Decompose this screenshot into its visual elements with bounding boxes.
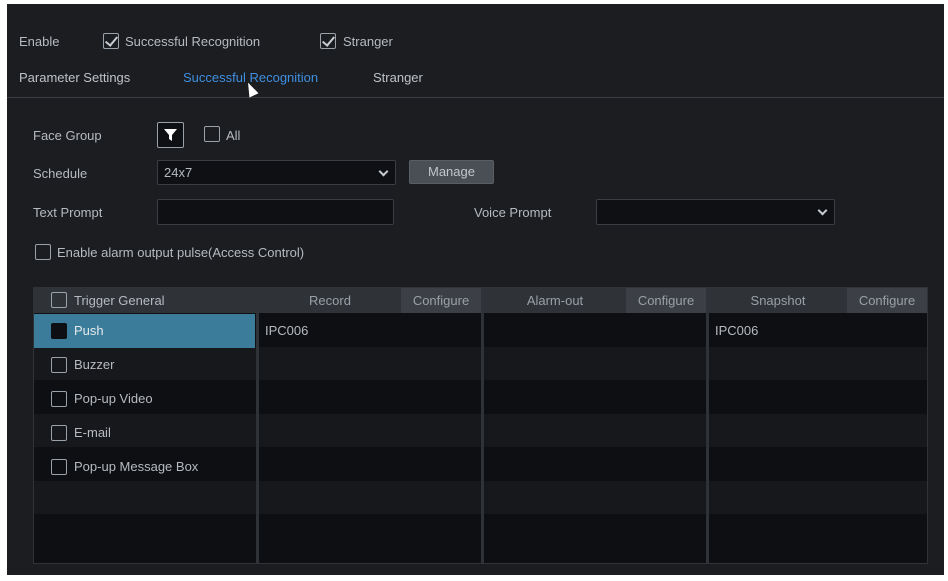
text-prompt-label: Text Prompt — [33, 205, 103, 220]
alarm-pulse-label: Enable alarm output pulse(Access Control… — [57, 245, 305, 260]
face-group-filter-button[interactable] — [157, 122, 184, 148]
filter-icon — [164, 129, 177, 141]
text-prompt-input[interactable] — [157, 199, 394, 225]
email-label: E-mail — [74, 425, 111, 440]
stranger-enable-label: Stranger — [343, 34, 393, 49]
trigger-column: Trigger General Push Buzzer Pop-up Video… — [34, 288, 256, 563]
schedule-label: Schedule — [33, 166, 88, 181]
face-group-label: Face Group — [33, 128, 102, 143]
trigger-item-buzzer[interactable]: Buzzer — [34, 348, 255, 382]
schedule-select[interactable]: 24x7 — [157, 160, 396, 185]
buzzer-checkbox[interactable] — [51, 357, 67, 373]
manage-button[interactable]: Manage — [409, 160, 494, 184]
popup-video-label: Pop-up Video — [74, 391, 153, 406]
successful-recognition-enable-label: Successful Recognition — [125, 34, 261, 49]
snapshot-item: IPC006 — [709, 314, 927, 348]
snapshot-configure-button[interactable]: Configure — [847, 288, 927, 313]
event-settings-panel: Enable Successful Recognition Stranger P… — [7, 4, 944, 575]
enable-label: Enable — [19, 34, 60, 49]
alarm-pulse-checkbox[interactable] — [35, 244, 51, 260]
chevron-down-icon — [378, 166, 389, 177]
buzzer-label: Buzzer — [74, 357, 115, 372]
trigger-header: Trigger General — [34, 288, 256, 313]
record-item: IPC006 — [259, 314, 481, 348]
record-column: Record Configure IPC006 — [259, 288, 481, 563]
face-group-all-label: All — [226, 128, 241, 143]
snapshot-header: Snapshot — [709, 288, 847, 313]
snapshot-item-label: IPC006 — [715, 323, 759, 338]
trigger-general-label: Trigger General — [74, 293, 165, 308]
tab-divider — [7, 97, 944, 98]
email-checkbox[interactable] — [51, 425, 67, 441]
popup-video-checkbox[interactable] — [51, 391, 67, 407]
popup-message-box-label: Pop-up Message Box — [74, 459, 199, 474]
chevron-down-icon — [817, 205, 828, 216]
push-label: Push — [74, 323, 104, 338]
voice-prompt-label: Voice Prompt — [474, 205, 552, 220]
face-group-all-checkbox[interactable] — [204, 126, 220, 142]
trigger-item-push[interactable]: Push — [34, 314, 255, 348]
alarm-out-configure-button[interactable]: Configure — [626, 288, 706, 313]
push-checkbox[interactable] — [51, 323, 67, 339]
trigger-general-checkbox[interactable] — [51, 292, 67, 308]
stranger-checkbox[interactable] — [320, 33, 336, 49]
voice-prompt-select[interactable] — [596, 199, 835, 225]
trigger-item-popup-message-box[interactable]: Pop-up Message Box — [34, 450, 255, 484]
record-header: Record — [259, 288, 401, 313]
schedule-value: 24x7 — [164, 165, 193, 180]
trigger-item-popup-video[interactable]: Pop-up Video — [34, 382, 255, 416]
trigger-item-email[interactable]: E-mail — [34, 416, 255, 450]
successful-recognition-checkbox[interactable] — [103, 33, 119, 49]
tab-stranger[interactable]: Stranger — [373, 70, 423, 85]
snapshot-column: Snapshot Configure IPC006 — [709, 288, 927, 563]
alarm-out-header: Alarm-out — [484, 288, 626, 313]
record-configure-button[interactable]: Configure — [401, 288, 481, 313]
alarm-out-column: Alarm-out Configure — [484, 288, 706, 563]
record-item-label: IPC006 — [265, 323, 309, 338]
trigger-grid: Trigger General Push Buzzer Pop-up Video… — [33, 287, 928, 564]
tab-parameter-settings[interactable]: Parameter Settings — [19, 70, 130, 85]
popup-message-box-checkbox[interactable] — [51, 459, 67, 475]
